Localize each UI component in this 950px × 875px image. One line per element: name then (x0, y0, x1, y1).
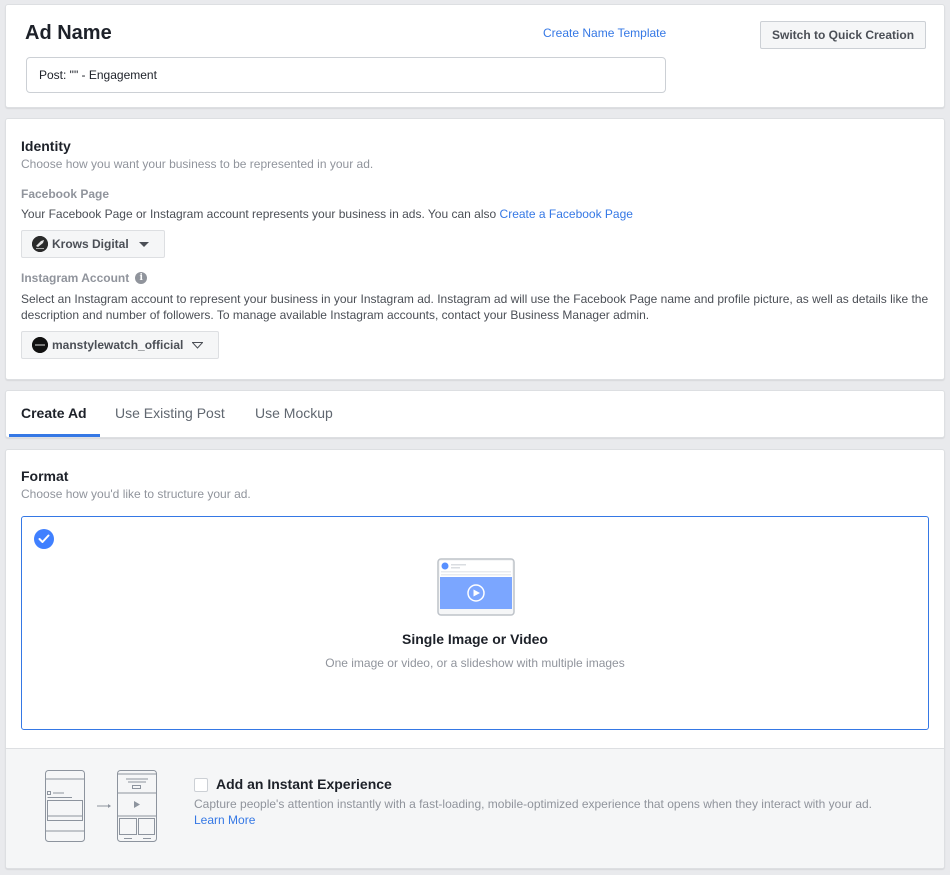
instagram-account-label: Instagram Account (21, 271, 130, 285)
facebook-page-description-text: Your Facebook Page or Instagram account … (21, 207, 500, 221)
instant-experience-description: Capture people's attention instantly wit… (194, 797, 873, 811)
create-name-template-link[interactable]: Create Name Template (543, 26, 666, 40)
ad-name-input[interactable] (26, 57, 666, 93)
tab-use-existing-post[interactable]: Use Existing Post (115, 405, 225, 421)
format-option-single-image-or-video[interactable]: Single Image or Video One image or video… (21, 516, 929, 730)
manstylewatch-avatar (32, 337, 48, 353)
instant-experience-section: Add an Instant Experience Capture people… (6, 748, 944, 868)
switch-to-quick-creation-button[interactable]: Switch to Quick Creation (760, 21, 927, 49)
instagram-account-label-row: Instagram Account i (21, 271, 148, 285)
ad-name-card: Ad Name Create Name Template Switch to Q… (5, 4, 945, 108)
tab-use-mockup[interactable]: Use Mockup (255, 405, 333, 421)
tab-create-ad[interactable]: Create Ad (21, 405, 87, 421)
ad-creation-tabs: Create Ad Use Existing Post Use Mockup (5, 390, 945, 438)
identity-card: Identity Choose how you want your busine… (5, 118, 945, 380)
instant-experience-checkbox[interactable] (194, 778, 208, 792)
facebook-page-select[interactable]: Krows Digital (21, 230, 165, 258)
instagram-description-line-2: description and number of followers. To … (21, 308, 650, 322)
instant-experience-illustration-icon (45, 770, 157, 842)
krows-digital-avatar (32, 236, 48, 252)
caret-down-icon (138, 241, 149, 247)
format-card: Format Choose how you'd like to structur… (5, 449, 945, 869)
active-tab-indicator (9, 434, 100, 437)
instagram-account-select[interactable]: manstylewatch_official (21, 331, 219, 359)
selected-check-icon (34, 529, 54, 549)
identity-subtitle: Choose how you want your business to be … (21, 157, 374, 171)
instagram-description-line-1: Select an Instagram account to represent… (21, 292, 929, 306)
facebook-page-description: Your Facebook Page or Instagram account … (21, 206, 633, 222)
format-subtitle: Choose how you'd like to structure your … (21, 487, 251, 501)
create-facebook-page-link[interactable]: Create a Facebook Page (500, 207, 633, 221)
caret-down-outline-icon (192, 341, 204, 349)
instant-experience-title: Add an Instant Experience (216, 776, 392, 792)
facebook-page-label: Facebook Page (21, 187, 110, 201)
single-image-video-illustration-icon (437, 558, 515, 616)
format-option-name: Single Image or Video (401, 631, 548, 647)
format-option-description: One image or video, or a slideshow with … (325, 656, 625, 670)
instagram-account-selected: manstylewatch_official (52, 338, 184, 352)
ad-name-title: Ad Name (25, 22, 112, 44)
learn-more-link[interactable]: Learn More (194, 813, 255, 827)
format-title: Format (21, 468, 69, 484)
identity-title: Identity (21, 138, 71, 154)
instagram-account-description: Select an Instagram account to represent… (21, 291, 936, 323)
facebook-page-selected: Krows Digital (52, 237, 129, 251)
info-icon[interactable]: i (135, 271, 148, 284)
